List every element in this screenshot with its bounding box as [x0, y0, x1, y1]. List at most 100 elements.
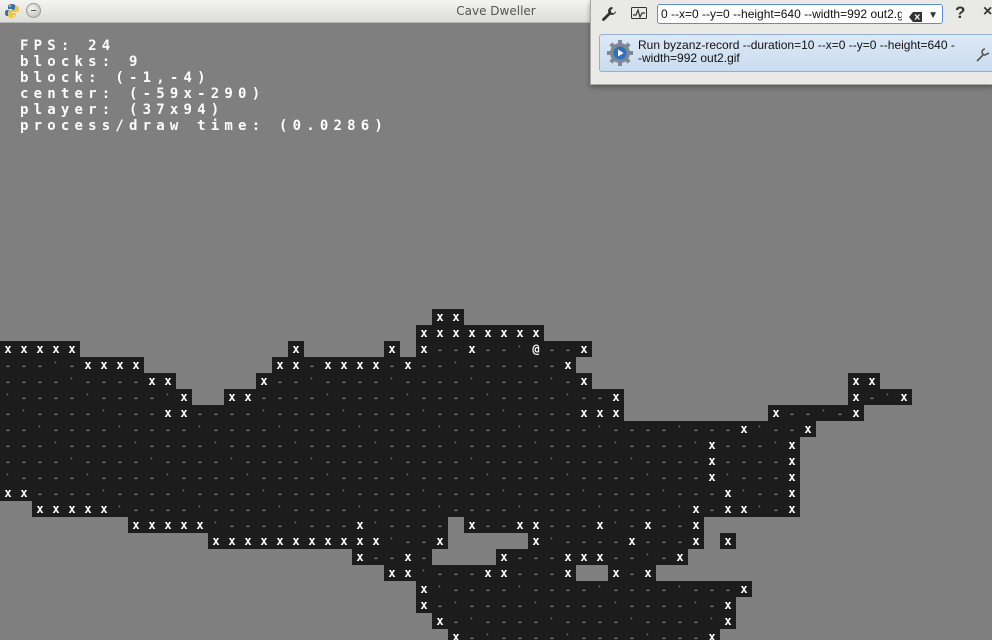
floor-glyph: -: [325, 426, 330, 436]
floor-glyph: -: [357, 442, 362, 452]
floor-glyph: `: [149, 457, 154, 468]
floor-glyph: -: [325, 410, 330, 420]
close-button[interactable]: ×: [983, 3, 992, 21]
floor-glyph: -: [469, 586, 474, 596]
floor-glyph: `: [277, 425, 282, 436]
floor-glyph: -: [533, 618, 538, 628]
floor-glyph: -: [469, 602, 474, 612]
wall-glyph: x: [4, 342, 11, 356]
floor-glyph: -: [661, 522, 666, 532]
wall-glyph: x: [852, 390, 859, 404]
floor-glyph: -: [21, 458, 26, 468]
floor-glyph: -: [277, 522, 282, 532]
floor-glyph: -: [389, 442, 394, 452]
floor-glyph: -: [597, 474, 602, 484]
floor-glyph: -: [5, 378, 10, 388]
help-button[interactable]: ?: [955, 3, 965, 23]
floor-glyph: `: [117, 425, 122, 436]
floor-glyph: `: [165, 393, 170, 404]
floor-glyph: `: [773, 441, 778, 452]
floor-glyph: -: [277, 458, 282, 468]
floor-glyph: -: [485, 362, 490, 372]
floor-glyph: -: [485, 458, 490, 468]
floor-glyph: -: [165, 506, 170, 516]
floor-glyph: `: [421, 489, 426, 500]
tools-icon[interactable]: [976, 48, 990, 67]
floor-glyph: `: [677, 425, 682, 436]
floor-glyph: -: [501, 506, 506, 516]
result-item-label: Run byzanz-record --duration=10 --x=0 --…: [638, 38, 955, 65]
floor-glyph: -: [517, 570, 522, 580]
floor-glyph: -: [453, 570, 458, 580]
floor-glyph: -: [277, 378, 282, 388]
floor-glyph: -: [437, 378, 442, 388]
floor-glyph: -: [5, 442, 10, 452]
floor-glyph: -: [389, 490, 394, 500]
floor-glyph: -: [629, 586, 634, 596]
floor-glyph: -: [277, 474, 282, 484]
floor-glyph: -: [661, 426, 666, 436]
wall-glyph: x: [708, 630, 715, 640]
floor-glyph: -: [629, 442, 634, 452]
floor-glyph: -: [549, 586, 554, 596]
floor-glyph: -: [373, 458, 378, 468]
floor-glyph: -: [421, 426, 426, 436]
floor-glyph: -: [805, 410, 810, 420]
floor-glyph: `: [245, 473, 250, 484]
floor-glyph: -: [661, 586, 666, 596]
floor-glyph: -: [197, 458, 202, 468]
floor-glyph: -: [245, 490, 250, 500]
command-input[interactable]: 0 --x=0 --y=0 --height=640 --width=992 o…: [657, 4, 943, 24]
floor-glyph: -: [565, 490, 570, 500]
floor-glyph: `: [373, 441, 378, 452]
floor-glyph: -: [117, 378, 122, 388]
floor-glyph: `: [501, 489, 506, 500]
floor-glyph: `: [101, 409, 106, 420]
floor-glyph: -: [149, 506, 154, 516]
floor-glyph: -: [693, 458, 698, 468]
floor-glyph: -: [181, 426, 186, 436]
wall-glyph: x: [724, 486, 731, 500]
floor-glyph: -: [85, 442, 90, 452]
floor-glyph: -: [277, 410, 282, 420]
floor-glyph: -: [133, 410, 138, 420]
floor-glyph: -: [469, 634, 474, 640]
floor-glyph: -: [245, 410, 250, 420]
floor-glyph: -: [325, 490, 330, 500]
floor-glyph: -: [389, 554, 394, 564]
floor-glyph: -: [309, 362, 314, 372]
wall-glyph: x: [404, 566, 411, 580]
command-launcher: 0 --x=0 --y=0 --height=640 --width=992 o…: [590, 0, 992, 85]
floor-glyph: -: [533, 474, 538, 484]
floor-glyph: -: [21, 378, 26, 388]
floor-glyph: `: [341, 489, 346, 500]
floor-glyph: -: [597, 634, 602, 640]
floor-glyph: -: [85, 458, 90, 468]
floor-glyph: -: [613, 618, 618, 628]
floor-glyph: -: [533, 554, 538, 564]
system-monitor-icon[interactable]: [631, 7, 647, 26]
clear-text-icon[interactable]: [909, 9, 922, 22]
result-item-run-command[interactable]: Run byzanz-record --duration=10 --x=0 --…: [599, 34, 992, 72]
floor-glyph: -: [117, 394, 122, 404]
floor-glyph: `: [309, 377, 314, 388]
floor-glyph: -: [69, 410, 74, 420]
floor-glyph: -: [565, 602, 570, 612]
floor-glyph: -: [725, 426, 730, 436]
wall-glyph: x: [148, 518, 155, 532]
floor-glyph: -: [101, 378, 106, 388]
floor-glyph: -: [517, 634, 522, 640]
floor-glyph: `: [341, 409, 346, 420]
chevron-down-icon[interactable]: ▼: [928, 7, 938, 23]
floor-glyph: -: [549, 634, 554, 640]
floor-glyph: -: [437, 570, 442, 580]
floor-glyph: -: [725, 442, 730, 452]
wall-glyph: x: [420, 342, 427, 356]
floor-glyph: -: [277, 442, 282, 452]
floor-glyph: -: [501, 618, 506, 628]
wrench-icon[interactable]: [601, 6, 617, 27]
floor-glyph: -: [581, 522, 586, 532]
floor-glyph: -: [133, 426, 138, 436]
floor-glyph: -: [421, 378, 426, 388]
floor-glyph: -: [741, 458, 746, 468]
